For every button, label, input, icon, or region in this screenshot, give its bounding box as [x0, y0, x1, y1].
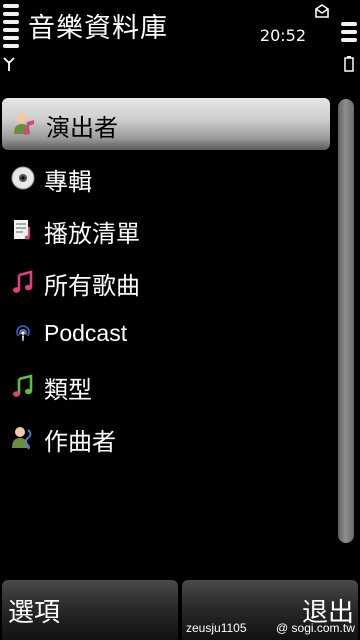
menu-item-artists[interactable]: 演出者 [2, 98, 330, 150]
options-softkey-label: 選項 [8, 598, 61, 628]
options-softkey[interactable]: 選項 [2, 580, 178, 640]
album-disc-icon [11, 166, 35, 190]
watermark-user: zeusju1105 [186, 621, 247, 635]
menu-item-label: Podcast [44, 320, 128, 346]
status-bar: 音樂資料庫 20:52 [0, 0, 360, 84]
composer-icon [12, 427, 32, 450]
playlist-icon [14, 220, 30, 240]
menu-item-albums[interactable]: 專輯 [0, 152, 334, 204]
scrollbar-thumb[interactable] [338, 99, 354, 543]
menu-item-label: 所有歌曲 [44, 272, 140, 300]
mail-icon [315, 4, 329, 18]
music-library-screen: 音樂資料庫 20:52 演出者 專輯 播放清單 所有歌曲 Podcast 類型 … [0, 0, 360, 640]
menu-item-genres[interactable]: 類型 [0, 360, 334, 412]
watermark-site: @ sogi.com.tw [276, 621, 355, 635]
menu-item-composers[interactable]: 作曲者 [0, 412, 334, 464]
menu-item-label: 類型 [44, 376, 92, 404]
antenna-icon [3, 57, 15, 71]
menu-item-all-songs[interactable]: 所有歌曲 [0, 256, 334, 308]
menu-item-podcast[interactable]: Podcast [0, 308, 334, 360]
genre-icon [13, 374, 33, 397]
page-title: 音樂資料庫 [28, 13, 168, 44]
scrollbar[interactable] [337, 97, 357, 545]
menu-item-label: 播放清單 [44, 220, 140, 248]
menu-item-label: 演出者 [46, 114, 118, 142]
menu-item-label: 專輯 [44, 168, 92, 196]
signal-strength-bars [3, 4, 19, 48]
battery-level-bars [341, 22, 357, 48]
music-note-icon [13, 270, 33, 293]
clock: 20:52 [259, 26, 306, 45]
podcast-icon [16, 325, 30, 341]
battery-icon [344, 56, 354, 72]
menu-item-label: 作曲者 [44, 428, 116, 456]
artist-icon [14, 113, 34, 135]
menu-item-playlists[interactable]: 播放清單 [0, 204, 334, 256]
